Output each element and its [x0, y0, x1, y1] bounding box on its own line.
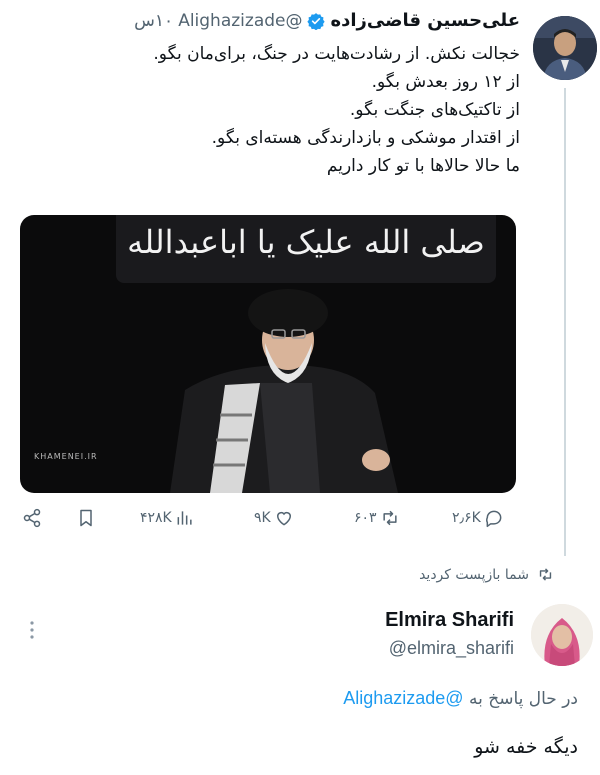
reply-text: دیگه خفه شو — [474, 736, 578, 758]
like-icon — [276, 511, 291, 526]
views-count: ۴۲۸K — [140, 510, 172, 526]
views-icon — [177, 511, 192, 525]
replying-to-prefix: در حال پاسخ به — [468, 689, 578, 709]
reply-author-name[interactable]: Elmira Sharifi — [385, 609, 514, 632]
reply-author-avatar-image — [531, 604, 593, 666]
views-button[interactable]: ۴۲۸K — [140, 508, 195, 528]
author-avatar-image — [533, 16, 597, 80]
author-handle[interactable]: @Alighazizade — [178, 11, 302, 31]
more-icon[interactable] — [30, 620, 34, 640]
like-count: ۹K — [254, 510, 271, 526]
retweet-context: شما بازپست کردید — [419, 566, 554, 583]
tweet-line: از تاکتیک‌های جنگت بگو. — [349, 100, 520, 120]
tweet-line: خجالت نکش. از رشادت‌هایت در جنگ، برای‌ما… — [153, 44, 520, 64]
tweet-line: از ۱۲ روز بعدش بگو. — [371, 72, 520, 92]
reply-button[interactable]: ۲٫۶K — [452, 508, 504, 528]
reply-author-avatar[interactable] — [531, 604, 593, 666]
author-avatar[interactable] — [533, 16, 597, 80]
author-name[interactable]: علی‌حسین قاضی‌زاده — [330, 10, 520, 31]
like-button[interactable]: ۹K — [254, 508, 294, 528]
retweet-button[interactable]: ۶۰۳ — [354, 508, 400, 528]
retweet-context-icon — [539, 568, 552, 581]
reply-author-handle[interactable]: @elmira_sharifi — [389, 638, 514, 659]
retweet-context-label: شما بازپست کردید — [419, 566, 529, 583]
replying-to: در حال پاسخ به @Alighazizade — [343, 688, 578, 709]
thread-connector-line — [564, 88, 566, 556]
tweet-timestamp[interactable]: ۱۰س — [134, 11, 173, 31]
bookmark-button[interactable] — [76, 508, 96, 528]
share-icon — [23, 508, 41, 528]
bookmark-icon — [80, 509, 92, 527]
tweet-body: خجالت نکش. از رشادت‌هایت در جنگ، برای‌ما… — [20, 40, 520, 180]
tweet-action-bar: ۴۲۸K ۹K ۶۰۳ ۲٫۶K — [22, 508, 522, 538]
retweet-count: ۶۰۳ — [354, 510, 377, 526]
media-watermark: KHAMENEI.IR — [34, 452, 98, 461]
reply-count: ۲٫۶K — [452, 510, 481, 526]
retweet-icon — [382, 510, 397, 526]
verified-badge-icon — [307, 12, 326, 30]
tweet-line: از اقتدار موشکی و بازدارندگی هسته‌ای بگو… — [211, 128, 520, 148]
tweet-media-image[interactable]: صلی الله علیک یا اباعبدالله KHAMENEI.IR — [20, 215, 516, 493]
tweet-line: ما حالا حالاها با تو کار داریم — [326, 156, 520, 176]
replying-to-mention-link[interactable]: @Alighazizade — [343, 688, 463, 708]
reply-icon — [485, 510, 502, 528]
share-button[interactable] — [22, 508, 42, 528]
tweet-header: علی‌حسین قاضی‌زاده @Alighazizade ۱۰س — [134, 10, 520, 31]
